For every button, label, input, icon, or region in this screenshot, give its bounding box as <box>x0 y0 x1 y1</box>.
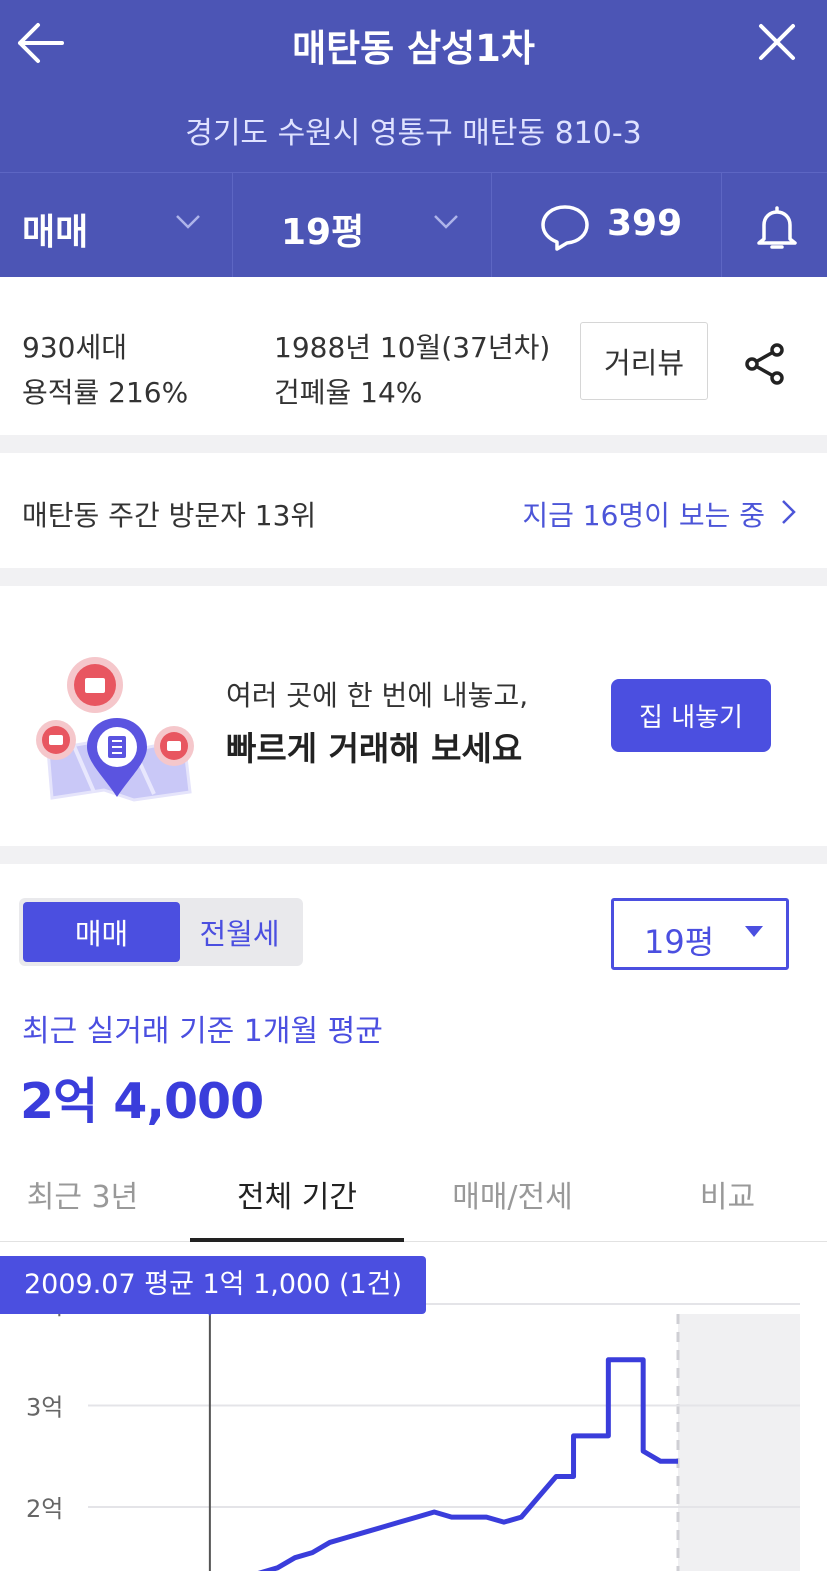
now-watching-link[interactable]: 지금 16명이 보는 중 <box>522 494 765 534</box>
chevron-down-icon <box>434 215 458 229</box>
size-select-value: 19평 <box>644 923 715 961</box>
households: 930세대 <box>22 331 127 364</box>
toggle-rent[interactable]: 전월세 <box>180 902 299 962</box>
address: 경기도 수원시 영통구 매탄동 810-3 <box>185 116 642 151</box>
caret-down-icon <box>745 926 763 937</box>
floor-area-ratio: 용적률 216% <box>22 376 189 409</box>
comment-count: 399 <box>607 203 683 244</box>
price-section: 매매 전월세 19평 최근 실거래 기준 1개월 평균 2억 4,000 최근 … <box>0 864 827 1571</box>
tab-all-period[interactable]: 전체 기간 <box>190 1164 404 1242</box>
recent-average-price: 2억 4,000 <box>20 1073 264 1130</box>
chart-tooltip: 2009.07 평균 1억 1,000 (1건) <box>0 1256 427 1314</box>
toggle-buy[interactable]: 매매 <box>23 902 180 962</box>
page-title: 매탄동 삼성1차 <box>292 27 535 70</box>
comments-button[interactable]: 399 <box>491 173 721 278</box>
close-icon[interactable] <box>757 22 797 62</box>
built-year: 1988년 10월(37년차) <box>274 331 551 364</box>
y-tick-label: 3억 <box>26 1393 63 1421</box>
section-divider <box>0 846 827 864</box>
promo-text-2: 빠르게 거래해 보세요 <box>226 729 523 768</box>
alert-button[interactable] <box>721 173 827 278</box>
promo-text-1: 여러 곳에 한 번에 내놓고, <box>226 679 529 712</box>
map-pin-illustration <box>36 657 194 802</box>
deal-type-dropdown[interactable]: 매매 <box>0 173 232 278</box>
visitor-ranking: 매탄동 주간 방문자 13위 지금 16명이 보는 중 <box>0 453 827 568</box>
visitor-rank: 매탄동 주간 방문자 13위 <box>22 499 317 532</box>
recent-average-label: 최근 실거래 기준 1개월 평균 <box>22 1014 383 1049</box>
building-coverage: 건폐율 14% <box>274 376 423 409</box>
tab-buy-jeonse[interactable]: 매매/전세 <box>420 1164 605 1242</box>
deal-type-toggle: 매매 전월세 <box>19 898 303 966</box>
chevron-down-icon <box>176 215 200 229</box>
street-view-button[interactable]: 거리뷰 <box>580 322 708 400</box>
size-dropdown[interactable]: 19평 <box>232 173 491 278</box>
header: 매탄동 삼성1차 경기도 수원시 영통구 매탄동 810-3 매매 19평 39… <box>0 0 827 278</box>
share-icon[interactable] <box>742 341 788 387</box>
y-tick-label: 2억 <box>26 1495 63 1523</box>
speech-bubble-icon <box>541 205 589 251</box>
size-select[interactable]: 19평 <box>611 898 789 970</box>
future-shade <box>678 1314 800 1571</box>
bell-icon <box>757 206 797 249</box>
complex-info: 930세대 용적률 216% 1988년 10월(37년차) 건폐율 14% 거… <box>0 277 827 435</box>
list-house-button[interactable]: 집 내놓기 <box>611 679 771 752</box>
price-chart[interactable]: 4억3억2억1억 2009.07 평균 1억 1,000 (1건) <box>0 1244 827 1571</box>
chevron-right-icon <box>782 500 796 524</box>
section-divider <box>0 568 827 586</box>
size-label: 19평 <box>281 212 365 253</box>
period-tabs: 최근 3년 전체 기간 매매/전세 비교 <box>0 1164 827 1242</box>
top-bar: 매탄동 삼성1차 <box>0 0 827 88</box>
section-divider <box>0 435 827 453</box>
tab-recent-3y[interactable]: 최근 3년 <box>0 1164 165 1242</box>
filter-bar: 매매 19평 399 <box>0 172 827 278</box>
tab-compare[interactable]: 비교 <box>640 1164 815 1242</box>
listing-promo-banner: 여러 곳에 한 번에 내놓고, 빠르게 거래해 보세요 집 내놓기 <box>0 586 827 846</box>
deal-type-label: 매매 <box>22 212 89 253</box>
